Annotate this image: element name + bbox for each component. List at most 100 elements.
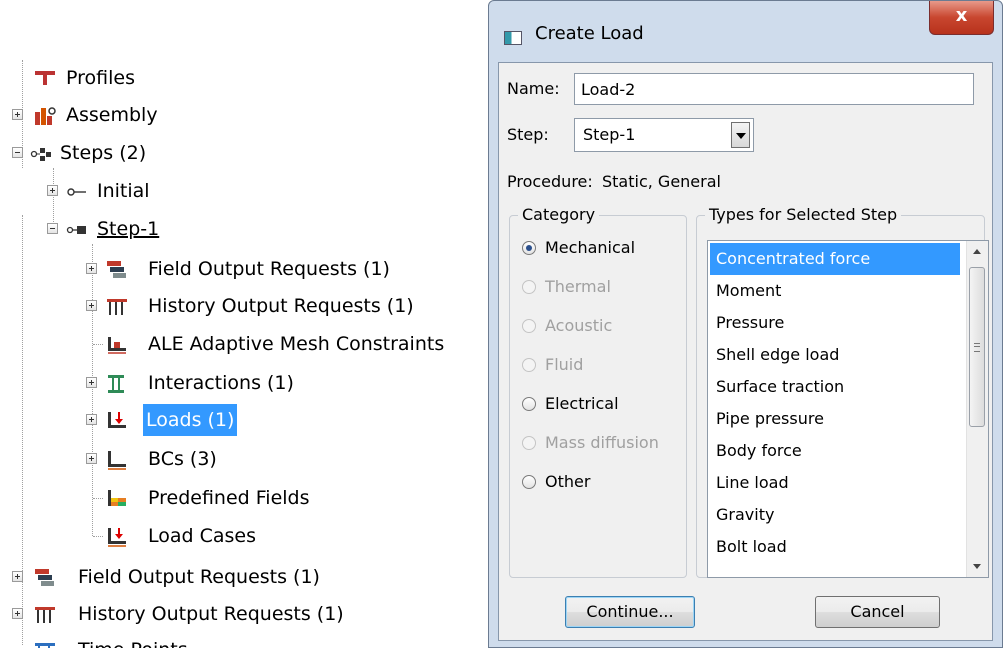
tree-item-label: History Output Requests (1) — [78, 603, 344, 625]
radio-icon — [522, 280, 536, 294]
expand-icon[interactable] — [12, 571, 23, 582]
close-button[interactable]: x — [929, 1, 994, 35]
tree-item-label: History Output Requests (1) — [148, 295, 414, 317]
tree-item-label: Interactions (1) — [148, 372, 294, 394]
dialog-titlebar[interactable]: Create Load x — [489, 1, 1002, 61]
name-field[interactable] — [574, 73, 974, 105]
tree-item-label: Load Cases — [148, 525, 257, 547]
list-item-pressure[interactable]: Pressure — [710, 307, 960, 339]
grip-icon — [974, 343, 980, 352]
expand-icon[interactable] — [86, 453, 97, 464]
step-label: Step: — [507, 125, 549, 144]
expand-icon[interactable] — [12, 608, 23, 619]
steps-icon — [30, 148, 51, 161]
tree-item-label: Step-1 — [97, 218, 160, 240]
collapse-icon[interactable] — [12, 147, 23, 158]
radio-label: Mass diffusion — [545, 433, 659, 452]
radio-label: Thermal — [545, 277, 611, 296]
expand-icon[interactable] — [86, 300, 97, 311]
tree-item-label: Field Output Requests (1) — [148, 258, 390, 280]
chevron-down-icon[interactable] — [731, 122, 750, 148]
dialog-title: Create Load — [535, 23, 644, 44]
tree-item-label: Steps (2) — [60, 142, 147, 164]
radio-icon — [522, 319, 536, 333]
time-points-icon — [35, 643, 55, 648]
loads-icon — [108, 412, 126, 428]
types-scrollbar[interactable] — [966, 241, 988, 577]
expand-icon[interactable] — [86, 263, 97, 274]
history-output-icon — [107, 299, 127, 315]
radio-label: Other — [545, 472, 591, 491]
radio-label: Mechanical — [545, 238, 636, 257]
radio-icon — [522, 475, 536, 489]
assembly-icon — [35, 107, 56, 125]
tree-connector — [93, 344, 103, 345]
load-cases-icon — [108, 528, 126, 547]
types-group-title: Types for Selected Step — [705, 205, 902, 224]
tree-item-label: Profiles — [66, 67, 135, 89]
ale-mesh-icon — [108, 337, 126, 354]
radio-label: Electrical — [545, 394, 619, 413]
procedure-label: Procedure: — [507, 172, 593, 191]
tree-connector — [93, 498, 103, 499]
tree-item-label: Time Points — [75, 634, 191, 648]
tree-item-label: Initial — [97, 180, 150, 202]
name-label: Name: — [507, 79, 560, 98]
tree-connector — [93, 536, 103, 537]
step-dropdown[interactable]: Step-1 — [574, 118, 754, 152]
procedure-value: Static, General — [602, 172, 721, 191]
radio-icon — [522, 397, 536, 411]
field-output-icon — [35, 569, 54, 586]
list-item-shell-edge-load[interactable]: Shell edge load — [710, 339, 960, 371]
step-dropdown-value: Step-1 — [583, 125, 636, 144]
radio-selected-icon — [522, 241, 536, 255]
expand-icon[interactable] — [86, 414, 97, 425]
scroll-up-icon[interactable] — [967, 241, 988, 263]
continue-button[interactable]: Continue... — [565, 596, 695, 628]
expand-icon[interactable] — [12, 109, 23, 120]
history-output-icon — [35, 607, 55, 623]
list-item-gravity[interactable]: Gravity — [710, 499, 960, 531]
field-output-icon — [107, 261, 126, 278]
create-load-dialog: Create Load x Name: Step: Step-1 Procedu… — [488, 0, 1003, 648]
list-item-pipe-pressure[interactable]: Pipe pressure — [710, 403, 960, 435]
collapse-icon[interactable] — [47, 223, 58, 234]
expand-icon[interactable] — [47, 185, 58, 196]
tree-item-label: Predefined Fields — [148, 487, 310, 509]
initial-step-icon — [67, 188, 86, 196]
tree-item-label: Assembly — [66, 104, 158, 126]
scroll-down-icon[interactable] — [967, 555, 988, 577]
tree-item-label: Field Output Requests (1) — [78, 566, 320, 588]
list-item-moment[interactable]: Moment — [710, 275, 960, 307]
list-item-bolt-load[interactable]: Bolt load — [710, 531, 960, 563]
predefined-fields-icon — [108, 490, 126, 506]
radio-icon — [522, 358, 536, 372]
list-item-concentrated-force[interactable]: Concentrated force — [710, 243, 960, 275]
tree-connector — [53, 168, 54, 230]
expand-icon[interactable] — [86, 377, 97, 388]
radio-icon — [522, 436, 536, 450]
list-item-surface-traction[interactable]: Surface traction — [710, 371, 960, 403]
tree-item-label: Loads (1) — [143, 404, 238, 436]
radio-label: Fluid — [545, 355, 584, 374]
close-icon: x — [955, 5, 968, 26]
types-group: Types for Selected Step Concentrated for… — [696, 205, 989, 578]
dialog-body: Name: Step: Step-1 Procedure: Static, Ge… — [498, 62, 993, 641]
radio-label: Acoustic — [545, 316, 613, 335]
list-item-line-load[interactable]: Line load — [710, 467, 960, 499]
tree-connector — [92, 244, 93, 536]
category-group: Category Mechanical Thermal Acoustic Flu… — [509, 205, 687, 578]
interactions-icon — [108, 375, 124, 393]
cancel-button[interactable]: Cancel — [815, 596, 940, 628]
category-group-title: Category — [518, 205, 600, 224]
bcs-icon — [108, 451, 126, 470]
list-item-body-force[interactable]: Body force — [710, 435, 960, 467]
tree-item-label: BCs (3) — [148, 448, 217, 470]
tree-item-label: ALE Adaptive Mesh Constraints — [148, 333, 445, 355]
window-icon — [504, 31, 522, 45]
profiles-icon — [35, 71, 55, 85]
scrollbar-thumb[interactable] — [969, 267, 985, 427]
model-tree[interactable]: Profiles Assembly Steps (2) Initial Step… — [0, 0, 488, 648]
step-icon — [66, 226, 86, 234]
types-listbox[interactable]: Concentrated force Moment Pressure Shell… — [707, 240, 989, 578]
